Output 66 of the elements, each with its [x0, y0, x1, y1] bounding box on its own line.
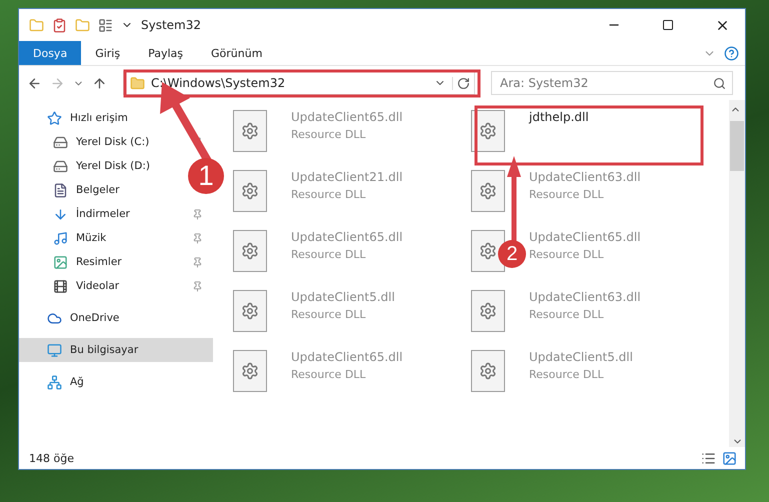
- dll-file-icon[interactable]: [233, 110, 267, 152]
- help-icon[interactable]: [724, 46, 739, 60]
- search-icon: [713, 76, 726, 90]
- music-note-icon: [53, 230, 68, 246]
- large-icons-view-icon[interactable]: [722, 450, 737, 466]
- picture-icon: [53, 254, 68, 270]
- file-type: Resource DLL: [529, 248, 605, 261]
- address-path: C:\Windows\System32: [151, 76, 286, 90]
- ribbon-tab[interactable]: Paylaş: [134, 41, 197, 65]
- dll-file-icon[interactable]: [233, 290, 267, 332]
- file-type: Resource DLL: [291, 188, 367, 201]
- file-type: Resource DLL: [529, 188, 605, 201]
- dll-file-icon[interactable]: [471, 230, 505, 272]
- sidebar-item[interactable]: Videolar: [19, 274, 213, 298]
- file-type: Resource DLL: [291, 308, 367, 321]
- pin-icon[interactable]: [192, 208, 203, 220]
- pin-icon[interactable]: [192, 280, 203, 292]
- back-icon[interactable]: [27, 76, 42, 90]
- sidebar-item[interactable]: OneDrive: [19, 306, 213, 330]
- pin-icon[interactable]: [192, 232, 203, 244]
- maximize-icon[interactable]: [662, 19, 674, 31]
- window-title: System32: [141, 18, 202, 32]
- drive-icon: [53, 158, 68, 174]
- dll-file-icon[interactable]: [233, 350, 267, 392]
- monitor-icon: [47, 342, 62, 358]
- document-icon: [53, 182, 68, 198]
- details-view-icon[interactable]: [701, 450, 716, 466]
- dll-file-icon[interactable]: [233, 230, 267, 272]
- down-arrow-icon: [53, 206, 68, 222]
- ribbon-tab[interactable]: Görünüm: [197, 41, 276, 65]
- search-field[interactable]: Ara: System32: [491, 71, 733, 95]
- dll-file-icon[interactable]: [471, 290, 505, 332]
- sidebar-item[interactable]: Ağ: [19, 370, 213, 394]
- view-list-icon[interactable]: [98, 18, 113, 32]
- pin-icon[interactable]: [192, 256, 203, 268]
- star-icon: [47, 110, 62, 126]
- sidebar-item[interactable]: Resimler: [19, 250, 213, 274]
- file-type: Resource DLL: [291, 128, 367, 141]
- file-type: Resource DLL: [291, 368, 367, 381]
- up-icon[interactable]: [92, 76, 107, 90]
- file-type: Resource DLL: [529, 308, 605, 321]
- sidebar-item[interactable]: Yerel Disk (D:): [19, 154, 160, 178]
- ribbon-tab[interactable]: Giriş: [81, 41, 134, 65]
- dll-file-icon[interactable]: [471, 110, 505, 152]
- network-icon: [47, 374, 62, 390]
- file-menu-tab[interactable]: Dosya: [19, 41, 82, 65]
- file-type: Resource DLL: [529, 368, 605, 381]
- dll-file-icon[interactable]: [471, 170, 505, 212]
- cloud-icon: [47, 310, 62, 326]
- file-type: Resource DLL: [291, 248, 367, 261]
- sidebar-item[interactable]: Belgeler: [19, 178, 130, 202]
- sidebar-item[interactable]: Müzik: [19, 226, 213, 250]
- properties-icon[interactable]: [52, 18, 67, 32]
- file-name[interactable]: jdthelp.dll: [529, 110, 589, 124]
- sidebar-item[interactable]: İndirmeler: [19, 202, 213, 226]
- dll-file-icon[interactable]: [471, 350, 505, 392]
- scrollbar[interactable]: [729, 100, 745, 447]
- dll-file-icon[interactable]: [233, 170, 267, 212]
- sidebar-item[interactable]: Yerel Disk (C:): [19, 130, 213, 154]
- item-count: 148 öğe: [29, 452, 75, 464]
- folder-icon: [130, 76, 145, 90]
- sidebar-item[interactable]: Bu bilgisayar: [19, 338, 213, 362]
- sidebar-item[interactable]: Hızlı erişim: [19, 106, 213, 130]
- drive-icon: [53, 134, 68, 150]
- film-icon: [53, 278, 68, 294]
- scroll-thumb[interactable]: [730, 121, 744, 171]
